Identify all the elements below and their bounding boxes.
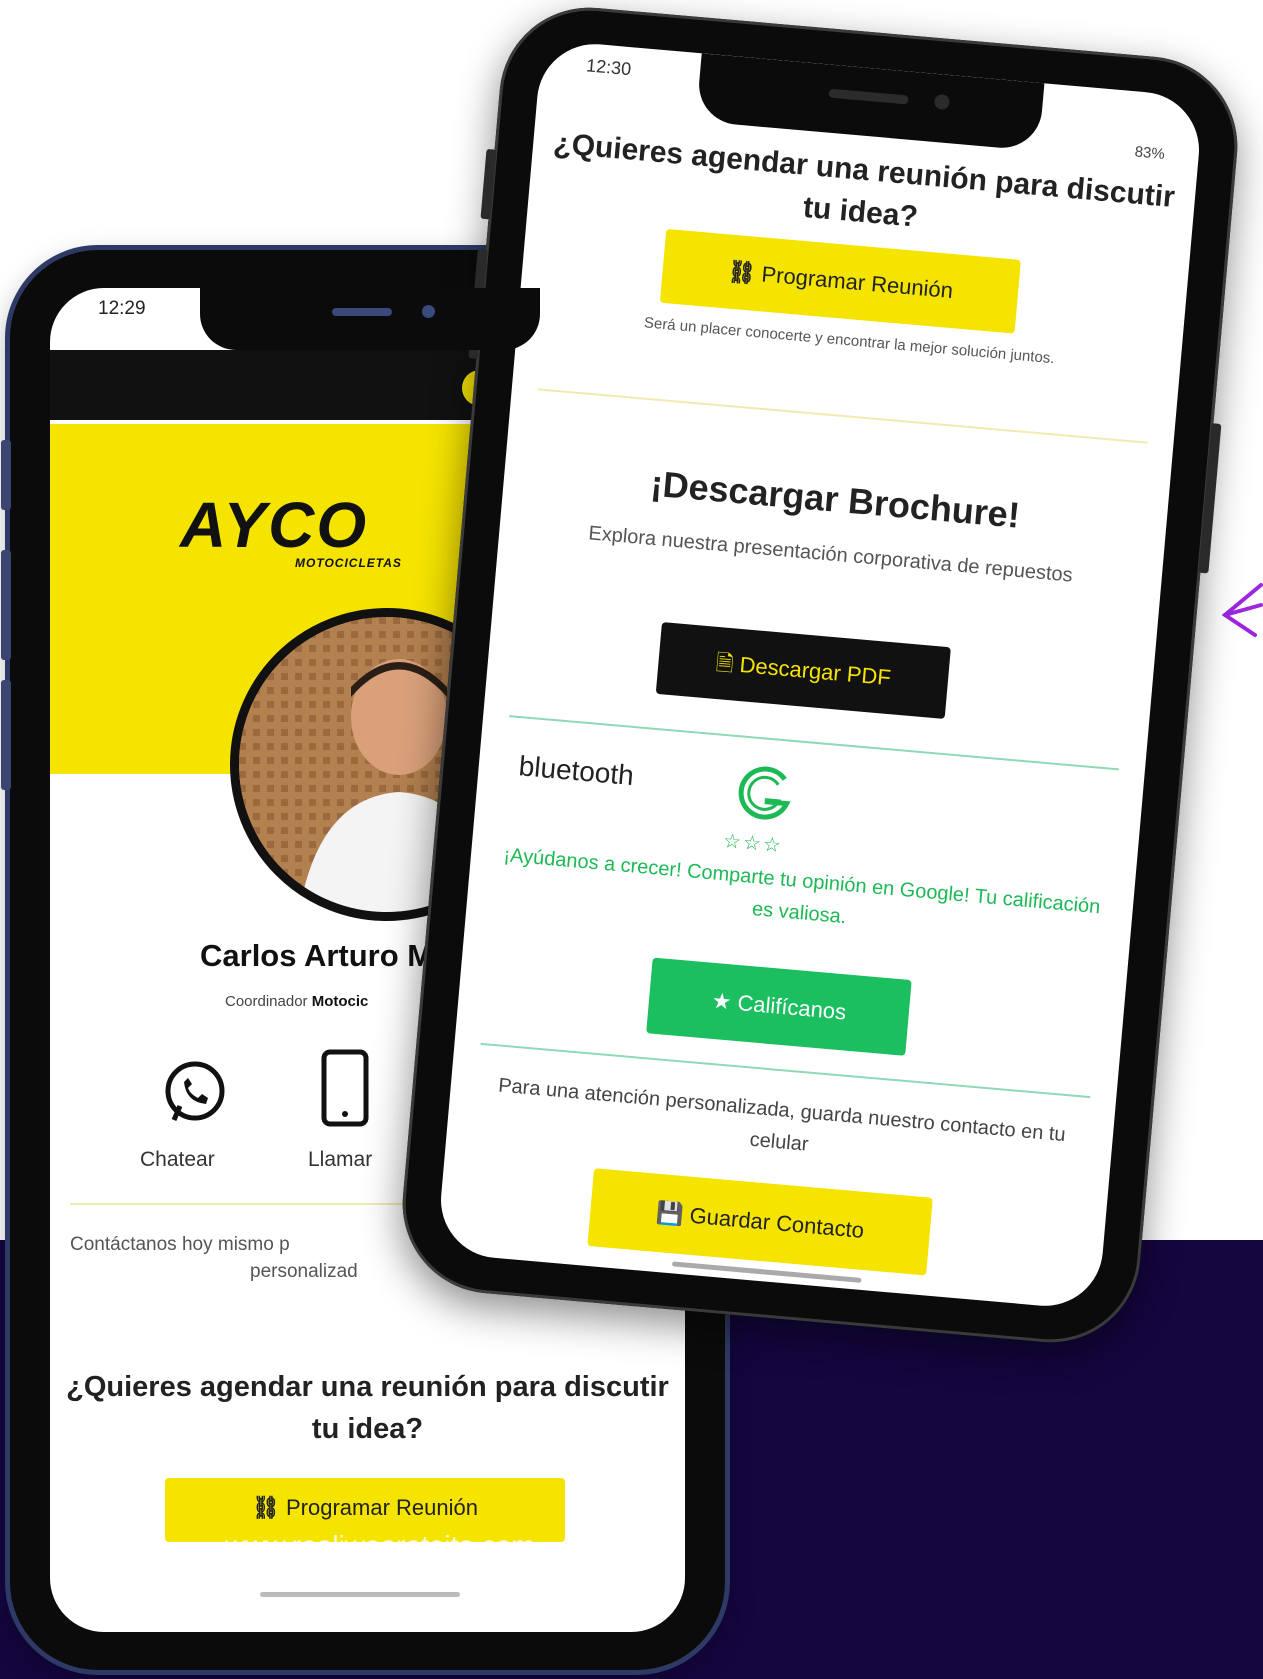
side-button xyxy=(1,680,11,790)
star-icon: ★ xyxy=(710,987,733,1015)
rate-us-label: Califícanos xyxy=(736,990,848,1025)
status-time: 12:30 xyxy=(585,55,632,80)
download-pdf-label: Descargar PDF xyxy=(738,652,892,691)
action-label-chatear[interactable]: Chatear xyxy=(140,1148,215,1172)
whatsapp-icon[interactable] xyxy=(160,1058,230,1128)
rating-stars: ☆☆☆ xyxy=(722,830,784,858)
meeting-icon: ⛓ xyxy=(252,1495,280,1520)
speaker xyxy=(828,88,909,105)
battery-level: 83% xyxy=(1134,143,1166,164)
review-text: ¡Ayúdanos a crecer! Comparte tu opinión … xyxy=(502,844,1102,929)
speaker xyxy=(332,308,392,316)
role-prefix: Coordinador xyxy=(225,993,308,1010)
brand-logo-sub: MOTOCICLETAS xyxy=(295,556,402,570)
divider xyxy=(537,388,1148,444)
camera xyxy=(422,305,435,318)
role-bold: Motocic xyxy=(311,993,369,1010)
profile-name: Carlos Arturo M xyxy=(200,938,434,973)
side-button xyxy=(480,148,497,220)
brand-logo: AYCO xyxy=(180,489,369,561)
notch xyxy=(695,53,1045,152)
download-pdf-button[interactable]: 🗎 Descargar PDF xyxy=(655,622,951,720)
side-button xyxy=(1,550,11,660)
front-phone-screen: 12:30 83% ¿Quieres agendar una reunión p… xyxy=(436,39,1204,1311)
profile-role: Coordinador Motocic xyxy=(225,993,368,1010)
action-label-llamar[interactable]: Llamar xyxy=(308,1148,372,1172)
notch xyxy=(200,288,540,350)
status-time: 12:29 xyxy=(98,298,146,319)
save-contact-text: Para una atención personalizada, guarda … xyxy=(497,1074,1067,1156)
front-phone: 12:30 83% ¿Quieres agendar una reunión p… xyxy=(395,0,1245,1350)
camera xyxy=(933,93,951,111)
watermark: www.realiweorateito.com xyxy=(225,1530,535,1561)
schedule-meeting-label: Programar Reunión xyxy=(285,1495,478,1520)
schedule-meeting-label: Programar Reunión xyxy=(760,261,955,304)
rate-us-button[interactable]: ★ Califícanos xyxy=(646,957,912,1056)
phone-icon[interactable] xyxy=(320,1048,370,1128)
save-contact-button[interactable]: 💾 Guardar Contacto xyxy=(587,1168,933,1276)
side-button xyxy=(1198,423,1222,574)
meeting-icon: ⛓ xyxy=(726,258,757,286)
home-indicator xyxy=(260,1592,460,1597)
meeting-heading: ¿Quieres agendar una reunión para discut… xyxy=(66,1371,669,1445)
google-icon[interactable] xyxy=(733,761,798,828)
pdf-icon: 🗎 xyxy=(714,649,735,677)
bluetooth-label: bluetooth xyxy=(517,750,636,792)
meeting-heading: ¿Quieres agendar una reunión para discut… xyxy=(552,126,1177,234)
arrow-icon xyxy=(1221,583,1263,637)
contact-text-2: personalizad xyxy=(250,1261,358,1282)
save-contact-label: Guardar Contacto xyxy=(688,1202,866,1243)
side-button xyxy=(1,440,11,510)
save-icon: 💾 xyxy=(655,1199,685,1228)
